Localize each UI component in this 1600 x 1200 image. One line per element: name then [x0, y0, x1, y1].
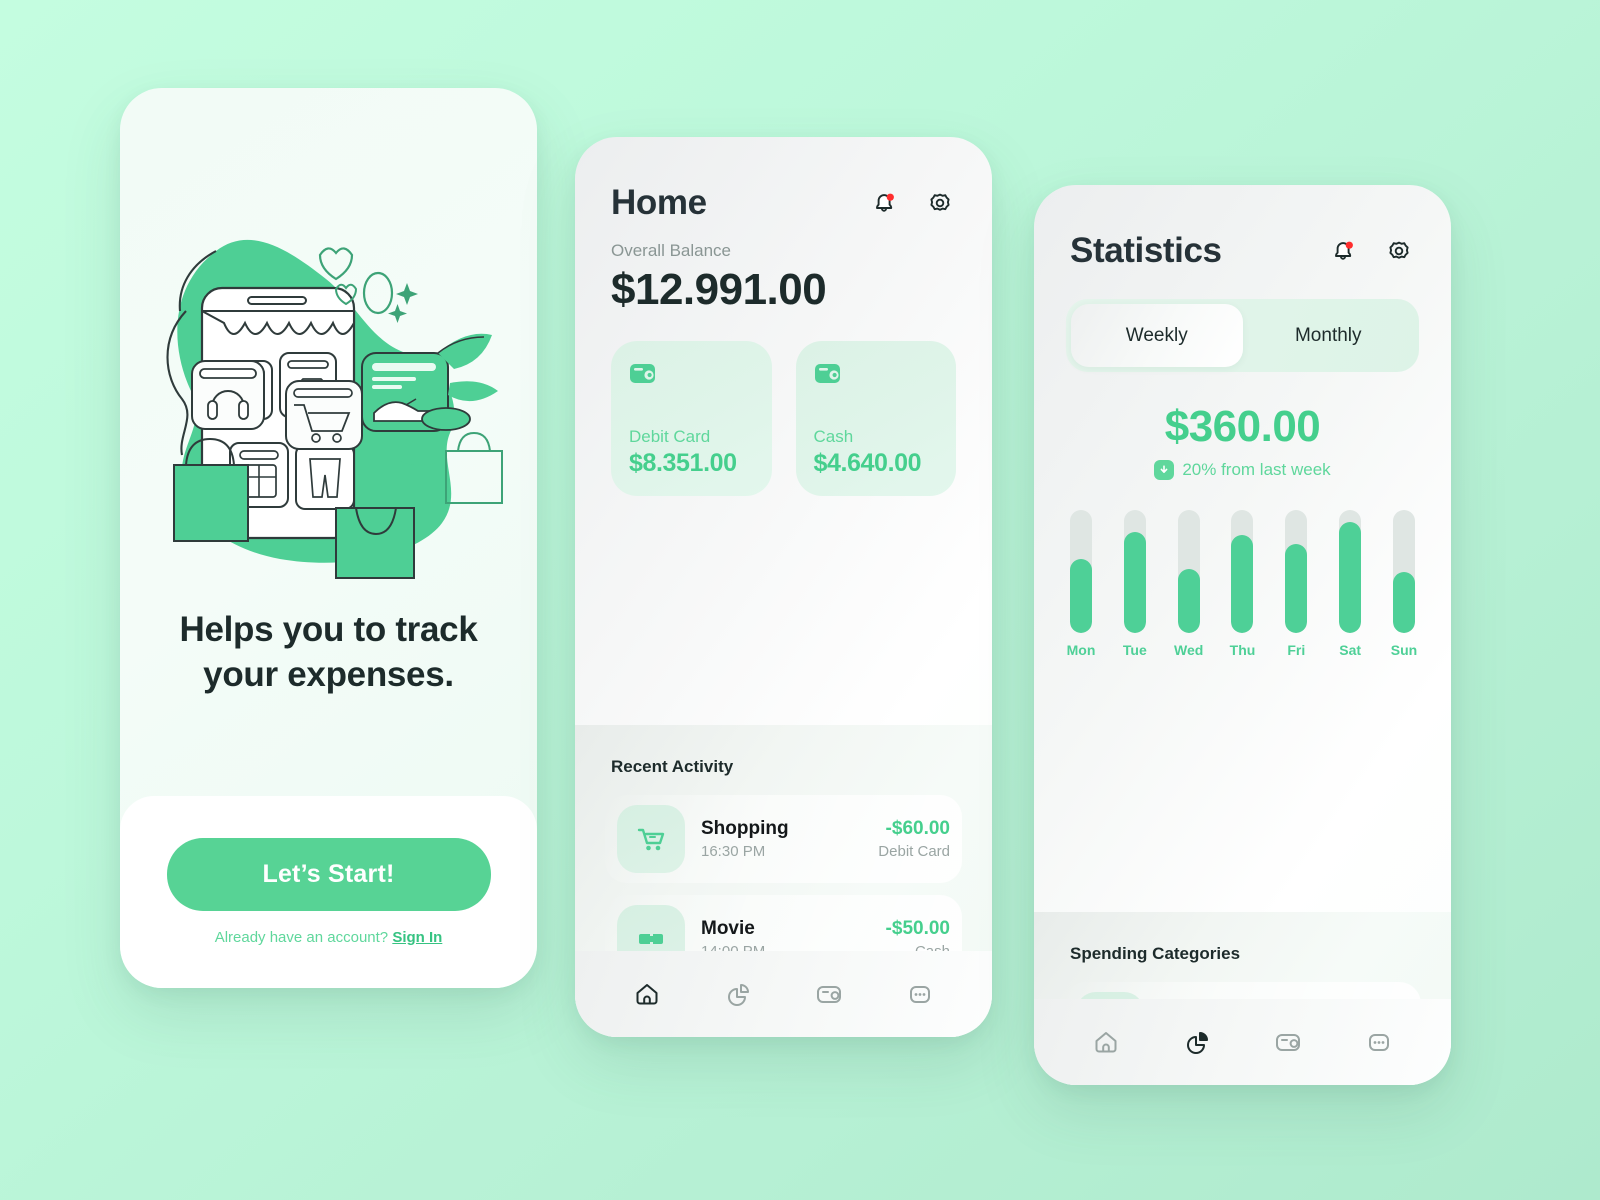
- home-bottom-nav: [575, 951, 992, 1037]
- statistics-delta: 20% from last week: [1034, 460, 1451, 480]
- activity-method: Debit Card: [878, 843, 950, 860]
- shopping-app-illustration: [120, 193, 537, 583]
- activity-time: 16:30 PM: [701, 843, 766, 860]
- statistics-total-amount: $360.00: [1164, 402, 1321, 451]
- bar-track: [1177, 510, 1200, 633]
- wallet-card-list: Debit Card $8.351.00 Cash $4.640.00: [575, 315, 992, 496]
- header-actions: [1327, 235, 1415, 267]
- bar-column[interactable]: Mon: [1067, 510, 1095, 658]
- overall-balance-amount: $12.991.00: [611, 265, 827, 314]
- arrow-down-badge-icon: [1154, 460, 1175, 480]
- sign-in-link[interactable]: Sign In: [392, 929, 442, 946]
- wallet-card-debit[interactable]: Debit Card $8.351.00: [611, 341, 772, 496]
- lets-start-button[interactable]: Let’s Start!: [166, 838, 491, 911]
- bell-icon[interactable]: [1327, 235, 1359, 267]
- bar-fill: [1339, 522, 1362, 633]
- bar-fill: [1231, 534, 1254, 633]
- bar-column[interactable]: Fri: [1285, 510, 1308, 658]
- wallet-icon: [629, 361, 754, 390]
- gear-icon[interactable]: [1383, 235, 1415, 267]
- wallet-card-amount: $8.351.00: [629, 449, 737, 477]
- home-header: Home: [575, 137, 992, 223]
- weekly-spending-bar-chart: Mon Tue Wed Thu Fri Sat Sun: [1067, 510, 1418, 658]
- bar-label: Fri: [1287, 642, 1306, 658]
- bar-track: [1070, 510, 1092, 633]
- bar-label: Wed: [1174, 642, 1204, 658]
- statistics-bottom-nav: [1034, 999, 1451, 1085]
- nav-pie-chart-icon[interactable]: [715, 971, 761, 1017]
- bar-column[interactable]: Sat: [1339, 510, 1362, 658]
- bar-label: Thu: [1229, 642, 1256, 658]
- activity-amount: -$50.00: [885, 918, 950, 939]
- header-actions: [868, 187, 956, 219]
- bar-fill: [1123, 532, 1146, 633]
- nav-more-icon[interactable]: [897, 971, 943, 1017]
- overall-balance-label: Overall Balance: [611, 241, 732, 260]
- activity-name: Shopping: [701, 818, 789, 839]
- spending-categories-title: Spending Categories: [1070, 944, 1241, 963]
- wallet-card-amount: $4.640.00: [813, 449, 922, 477]
- bar-track: [1339, 510, 1362, 633]
- statistics-header: Statistics: [1034, 185, 1451, 271]
- bar-column[interactable]: Thu: [1229, 510, 1256, 658]
- nav-more-icon[interactable]: [1356, 1019, 1402, 1065]
- activity-amount: -$60.00: [885, 818, 950, 839]
- activity-row-amount-block: -$60.00 Debit Card: [878, 818, 950, 860]
- nav-pie-chart-icon[interactable]: [1174, 1019, 1220, 1065]
- bar-fill: [1070, 559, 1092, 633]
- nav-wallet-icon[interactable]: [806, 971, 852, 1017]
- bar-track: [1392, 510, 1415, 633]
- gear-icon[interactable]: [924, 187, 956, 219]
- onboarding-screen: Helps you to track your expenses. Let’s …: [120, 88, 537, 988]
- wallet-icon: [814, 361, 939, 390]
- bar-label: Sat: [1339, 642, 1362, 658]
- tab-monthly[interactable]: Monthly: [1243, 304, 1415, 367]
- statistics-screen: Statistics Weekly Monthly $360.00 20% fr…: [1034, 185, 1451, 1085]
- nav-wallet-icon[interactable]: [1265, 1019, 1311, 1065]
- bar-label: Mon: [1066, 642, 1096, 658]
- page-title: Home: [611, 183, 707, 222]
- shopping-cart-icon: [617, 805, 685, 873]
- bar-column[interactable]: Sun: [1390, 510, 1418, 658]
- bar-fill: [1177, 569, 1200, 633]
- bell-icon[interactable]: [868, 187, 900, 219]
- bar-column[interactable]: Tue: [1122, 510, 1147, 658]
- wallet-card-name: Cash: [813, 427, 854, 446]
- page-title: Statistics: [1070, 231, 1222, 270]
- activity-row-shopping[interactable]: Shopping 16:30 PM -$60.00 Debit Card: [605, 795, 962, 883]
- bar-column[interactable]: Wed: [1174, 510, 1203, 658]
- bar-track: [1285, 510, 1308, 633]
- activity-row-info: Shopping 16:30 PM: [701, 818, 862, 860]
- statistics-delta-text: 20% from last week: [1182, 460, 1331, 479]
- wallet-card-cash[interactable]: Cash $4.640.00: [795, 341, 956, 496]
- nav-home-icon[interactable]: [624, 971, 670, 1017]
- recent-activity-title: Recent Activity: [611, 757, 734, 776]
- onboarding-footer: Let’s Start! Already have an account? Si…: [120, 796, 537, 988]
- bar-fill: [1285, 544, 1308, 633]
- bar-label: Sun: [1390, 642, 1418, 658]
- home-screen: Home Overall Balance $12.991.00 Debit Ca…: [575, 137, 992, 1037]
- bar-track: [1231, 510, 1254, 633]
- nav-home-icon[interactable]: [1083, 1019, 1129, 1065]
- bar-track: [1123, 510, 1146, 633]
- tab-weekly[interactable]: Weekly: [1071, 304, 1243, 367]
- onboarding-headline: Helps you to track your expenses.: [179, 610, 478, 694]
- bar-label: Tue: [1122, 642, 1147, 658]
- bar-fill: [1392, 571, 1415, 633]
- signin-prompt-text: Already have an account?: [214, 929, 393, 946]
- period-toggle: Weekly Monthly: [1066, 299, 1419, 372]
- wallet-card-name: Debit Card: [629, 427, 711, 446]
- activity-name: Movie: [701, 918, 755, 939]
- signin-prompt: Already have an account? Sign In: [215, 929, 443, 946]
